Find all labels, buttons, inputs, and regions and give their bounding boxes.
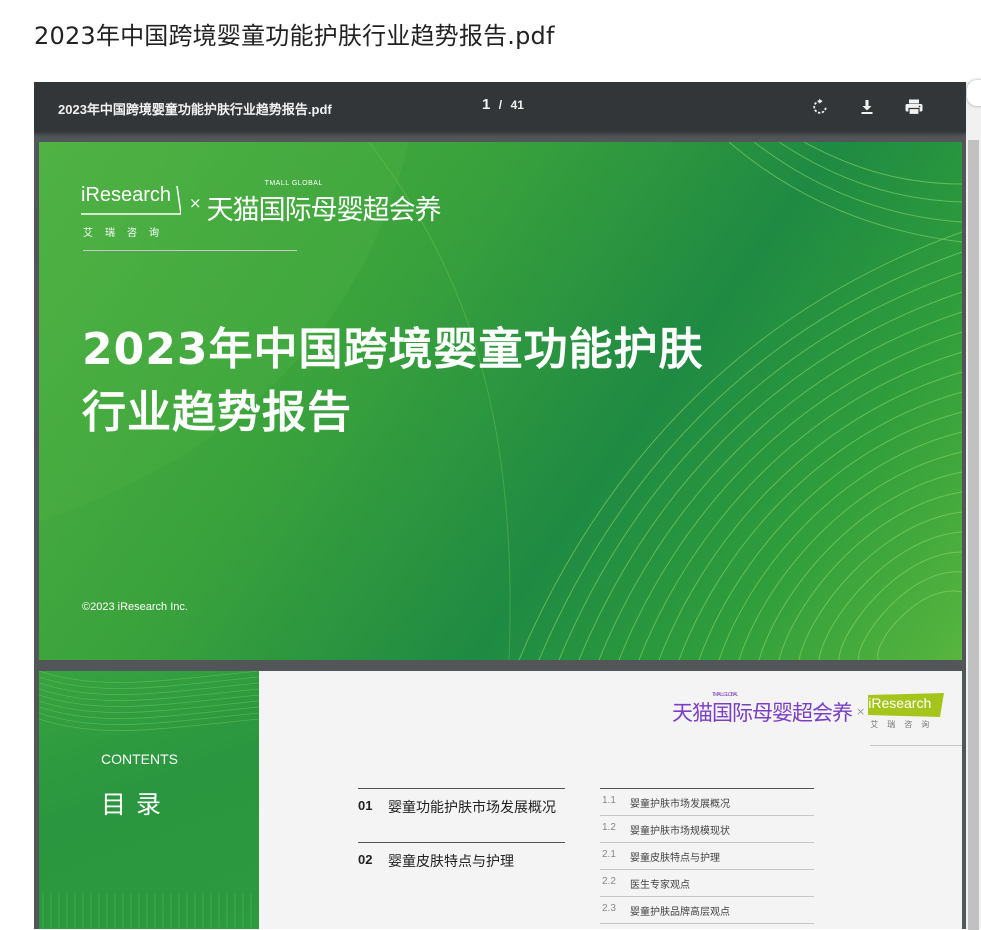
toc-subsection-1-2[interactable]: 1.2 婴童护肤市场规模现状 xyxy=(600,816,814,843)
toc-subsection-2-2[interactable]: 2.2 医生专家观点 xyxy=(600,870,814,897)
print-button[interactable] xyxy=(902,95,926,119)
tmall-global-text: TMALL GLOBAL xyxy=(712,692,738,698)
cover-copyright: ©2023 iResearch Inc. xyxy=(82,601,188,613)
toc-section-label: 婴童皮肤特点与护理 xyxy=(388,854,514,870)
toc-subsection-number: 1.1 xyxy=(602,795,616,806)
toc-subsection-label: 医生专家观点 xyxy=(630,880,690,891)
logo-times: × xyxy=(856,705,866,718)
toc-subsection-number: 2.1 xyxy=(602,849,616,860)
toc-subsection-number: 1.2 xyxy=(602,822,616,833)
pdf-viewer[interactable]: 2023年中国跨境婴童功能护肤行业趋势报告.pdf 1 / 41 iResear… xyxy=(34,82,966,929)
contents-heading-en: CONTENTS xyxy=(101,751,178,767)
contents-heading-cn: 目录 xyxy=(101,790,172,819)
toc-subsection-label: 婴童护肤市场发展概况 xyxy=(630,799,730,810)
toc-section-number: 02 xyxy=(358,852,373,867)
contents-side-panel: CONTENTS 目录 xyxy=(39,671,259,929)
scroll-handle[interactable] xyxy=(967,80,981,106)
pdf-file-name: 2023年中国跨境婴童功能护肤行业趋势报告.pdf xyxy=(58,102,332,117)
toc-subsection-1-1[interactable]: 1.1 婴童护肤市场发展概况 xyxy=(600,789,814,816)
toc-section-label: 婴童功能护肤市场发展概况 xyxy=(388,800,556,816)
toc-subsection-2-3[interactable]: 2.3 婴童护肤品牌高层观点 xyxy=(600,897,814,924)
total-pages: 41 xyxy=(510,98,524,112)
iresearch-wordmark: iResearch xyxy=(868,695,932,711)
tmall-global-text: TMALL GLOBAL xyxy=(264,180,323,187)
logo-times: × xyxy=(189,194,202,212)
page-indicator: 1 / 41 xyxy=(482,96,524,114)
current-page-input[interactable]: 1 xyxy=(482,96,490,113)
toc-section-number: 01 xyxy=(358,798,373,813)
toc-section-1[interactable]: 01 婴童功能护肤市场发展概况 xyxy=(358,788,565,843)
iresearch-logo: iResearch 艾瑞咨询 xyxy=(81,184,297,251)
print-icon xyxy=(905,99,923,116)
pdf-page-2: CONTENTS 目录 TMALL GLOBAL 天猫国际母婴超会养 × iRe… xyxy=(39,671,962,929)
toc-subsection-number: 2.2 xyxy=(602,876,616,887)
toc-subsection-label: 婴童护肤品牌高层观点 xyxy=(630,907,730,918)
scrollbar-thumb[interactable] xyxy=(968,140,979,930)
cover-title-line1: 2023年中国跨境婴童功能护肤 xyxy=(82,324,704,375)
download-icon xyxy=(861,100,873,114)
cover-logo: iResearch 艾瑞咨询 × TMALL GLOBAL 天猫国际母婴超会养 xyxy=(81,180,442,251)
cover-title-line2: 行业趋势报告 xyxy=(82,387,352,438)
tmall-wordmark: 天猫国际母婴超会养 xyxy=(672,701,853,725)
page-separator: / xyxy=(498,98,503,112)
tmall-logo: TMALL GLOBAL 天猫国际母婴超会养 xyxy=(206,180,442,227)
toc-subsection-label: 婴童皮肤特点与护理 xyxy=(630,853,720,864)
iresearch-wordmark: iResearch xyxy=(81,184,172,206)
pdf-page-1: iResearch 艾瑞咨询 × TMALL GLOBAL 天猫国际母婴超会养 … xyxy=(39,142,962,660)
toc-subsection-number: 2.3 xyxy=(602,903,616,914)
iresearch-cn: 艾瑞咨询 xyxy=(870,719,962,746)
cover-title: 2023年中国跨境婴童功能护肤 行业趋势报告 xyxy=(82,318,703,444)
tmall-wordmark: 天猫国际母婴超会养 xyxy=(206,195,442,226)
toc-section-2[interactable]: 02 婴童皮肤特点与护理 xyxy=(358,842,565,903)
toc-subsection-2-1[interactable]: 2.1 婴童皮肤特点与护理 xyxy=(600,843,814,870)
page-title: 2023年中国跨境婴童功能护肤行业趋势报告.pdf xyxy=(34,22,555,50)
rotate-icon xyxy=(813,98,827,114)
download-button[interactable] xyxy=(855,95,879,119)
iresearch-cn: 艾瑞咨询 xyxy=(83,224,297,251)
toc-subsection-label: 婴童护肤市场规模现状 xyxy=(630,826,730,837)
iresearch-logo-small: iResearch 艾瑞咨询 xyxy=(868,693,962,746)
pdf-toolbar: 2023年中国跨境婴童功能护肤行业趋势报告.pdf 1 / 41 xyxy=(34,82,966,132)
contents-logo: TMALL GLOBAL 天猫国际母婴超会养 × iResearch 艾瑞咨询 xyxy=(672,692,962,746)
tmall-logo-purple: TMALL GLOBAL 天猫国际母婴超会养 xyxy=(672,692,853,727)
rotate-button[interactable] xyxy=(808,95,832,119)
